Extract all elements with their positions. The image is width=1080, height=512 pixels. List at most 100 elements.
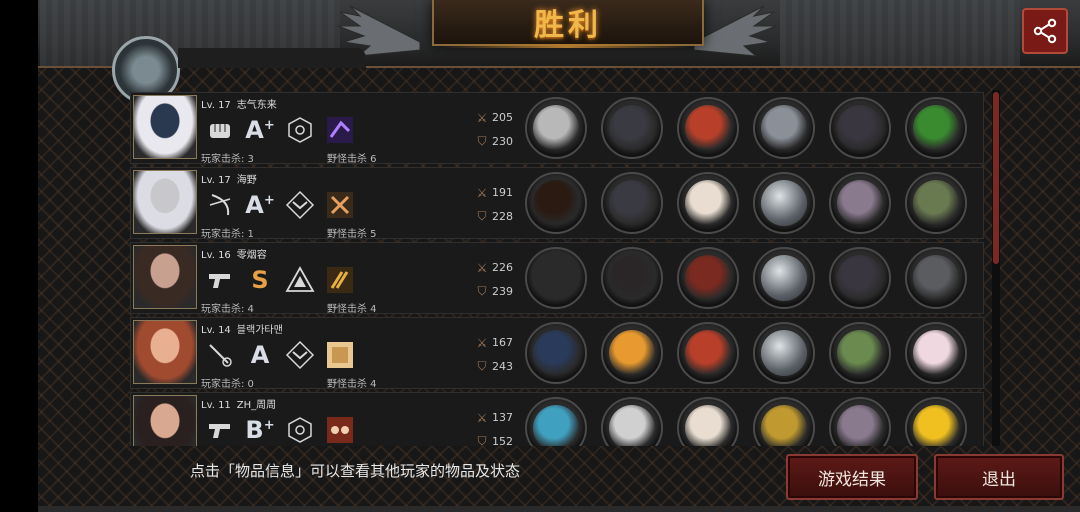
player-name-tab — [178, 48, 366, 68]
item-slot-gold-bow[interactable] — [905, 397, 967, 446]
skill-icons: A+ — [205, 113, 355, 147]
item-slot-gold-bracelet[interactable] — [753, 397, 815, 446]
grade-badge: S — [245, 265, 275, 295]
item-slot-gold-wings[interactable] — [601, 322, 663, 384]
purple-skill-icon — [325, 115, 355, 145]
player-name: 블랙가타맨 — [236, 325, 283, 336]
player-kills: 玩家击杀: 1 — [201, 229, 254, 240]
player-portrait[interactable] — [133, 245, 197, 309]
player-row[interactable]: Lv. 16 零烟容 S 玩家击杀: 4 野怪击杀 4 ⚔ 226 ⛉ 239 — [130, 242, 984, 315]
left-edge — [0, 0, 38, 512]
shield-icon: ⛉ — [477, 434, 487, 446]
grade-plus: + — [263, 193, 275, 208]
skill-icons: A — [205, 338, 355, 372]
player-level-name: Lv. 11 ZH_周周 — [201, 396, 276, 411]
item-slot-red-armor[interactable] — [677, 322, 739, 384]
player-row[interactable]: Lv. 14 블랙가타맨 A 玩家击杀: 0 野怪击杀 4 ⚔ 167 ⛉ 243 — [130, 317, 984, 390]
player-row[interactable]: Lv. 17 志气东来 A+ 玩家击杀: 3 野怪击杀 6 ⚔ 205 ⛉ 230 — [130, 92, 984, 165]
chevron-emblem-icon — [285, 190, 315, 220]
player-row[interactable]: Lv. 11 ZH_周周 B+ ⚔ 137 ⛉ 152 — [130, 392, 984, 446]
chevron-emblem-icon — [285, 340, 315, 370]
item-slot-black-boots[interactable] — [829, 247, 891, 309]
victory-title-plate: 胜利 — [432, 0, 704, 46]
player-kills: 玩家击杀: 4 — [201, 304, 254, 315]
grade-letter: A — [245, 191, 264, 219]
grade-plus: + — [263, 118, 275, 133]
item-slot-dark-sword[interactable] — [525, 322, 587, 384]
cross-skill-icon — [325, 190, 355, 220]
attack-stat: ⚔ 137 — [475, 411, 513, 425]
exit-button[interactable]: 退出 — [934, 454, 1064, 500]
attack-stat: ⚔ 167 — [475, 335, 513, 350]
item-slot-green-gloves[interactable] — [829, 322, 891, 384]
glasses-skill-icon — [325, 415, 355, 445]
item-slot-empty-slot[interactable] — [753, 172, 815, 234]
item-slot-helmet[interactable] — [601, 97, 663, 159]
scrollbar-thumb[interactable] — [993, 92, 999, 264]
swords-icon: ⚔ — [476, 185, 488, 200]
grade-letter: B — [245, 416, 264, 444]
item-slot-grey-armor[interactable] — [905, 247, 967, 309]
item-slot-glasses[interactable] — [601, 397, 663, 446]
shield-icon: ⛉ — [477, 359, 487, 373]
title-underline — [440, 44, 692, 48]
item-slot-purple-boots[interactable] — [829, 172, 891, 234]
player-portrait[interactable] — [133, 320, 197, 384]
player-portrait[interactable] — [133, 95, 197, 159]
player-name: 海野 — [236, 175, 257, 186]
item-slot-laser-rifle[interactable] — [525, 397, 587, 446]
item-slot-ring-device[interactable] — [753, 97, 815, 159]
item-slot-dark-helmet[interactable] — [601, 247, 663, 309]
defense-value: 152 — [492, 435, 513, 446]
player-portrait[interactable] — [133, 395, 197, 446]
player-list[interactable]: Lv. 17 志气东来 A+ 玩家击杀: 3 野怪击杀 6 ⚔ 205 ⛉ 230 L… — [130, 92, 984, 446]
player-kills: 玩家击杀: 3 — [201, 154, 254, 165]
scroll-skill-icon — [325, 340, 355, 370]
attack-value: 191 — [492, 186, 513, 199]
item-info-hint: 点击「物品信息」可以查看其他玩家的物品及状态 — [190, 462, 521, 480]
player-level-name: Lv. 17 志气东来 — [201, 96, 277, 111]
player-portrait[interactable] — [133, 170, 197, 234]
player-level-name: Lv. 14 블랙가타맨 — [201, 321, 283, 336]
share-button[interactable] — [1022, 8, 1068, 54]
share-icon — [1033, 18, 1057, 44]
player-level: Lv. 16 — [201, 250, 231, 261]
skill-icons: B+ — [205, 413, 355, 446]
item-slot-helmet[interactable] — [601, 172, 663, 234]
item-slot-empty-slot[interactable] — [753, 322, 815, 384]
item-slot-sniper-rifle[interactable] — [525, 247, 587, 309]
monster-kills: 野怪击杀 5 — [327, 229, 377, 240]
grade-badge: A+ — [245, 190, 275, 220]
defense-stat: ⛉ 239 — [475, 284, 513, 298]
item-slot-empty-slot[interactable] — [753, 247, 815, 309]
item-slot-white-armor[interactable] — [677, 172, 739, 234]
player-level: Lv. 11 — [201, 400, 231, 411]
item-slot-red-armor[interactable] — [677, 97, 739, 159]
player-name: 零烟容 — [236, 250, 267, 261]
game-result-button[interactable]: 游戏结果 — [786, 454, 918, 500]
pistol-icon — [205, 265, 235, 295]
swords-icon: ⚔ — [476, 335, 488, 350]
defense-value: 243 — [492, 360, 513, 373]
item-slot-pearl[interactable] — [905, 322, 967, 384]
item-slot-gauntlet[interactable] — [525, 97, 587, 159]
player-level-name: Lv. 17 海野 — [201, 171, 257, 186]
attack-stat: ⚔ 191 — [475, 185, 513, 200]
grade-badge: A+ — [245, 115, 275, 145]
shield-icon: ⛉ — [477, 284, 487, 298]
item-slot-green-orb[interactable] — [905, 97, 967, 159]
player-row[interactable]: Lv. 17 海野 A+ 玩家击杀: 1 野怪击杀 5 ⚔ 191 ⛉ 228 — [130, 167, 984, 240]
item-slot-white-armor[interactable] — [677, 397, 739, 446]
item-slot-bow[interactable] — [525, 172, 587, 234]
player-name: ZH_周周 — [236, 400, 277, 411]
item-slot-green-quiver[interactable] — [905, 172, 967, 234]
bullets-skill-icon — [325, 265, 355, 295]
player-level: Lv. 17 — [201, 175, 231, 186]
item-slot-red-cloak[interactable] — [677, 247, 739, 309]
item-slot-purple-boots[interactable] — [829, 397, 891, 446]
item-slot-black-boots[interactable] — [829, 97, 891, 159]
grade-letter: S — [251, 266, 269, 294]
attack-stat: ⚔ 205 — [475, 111, 513, 125]
shield-icon: ⛉ — [477, 134, 487, 148]
hex-emblem-icon — [285, 415, 315, 445]
